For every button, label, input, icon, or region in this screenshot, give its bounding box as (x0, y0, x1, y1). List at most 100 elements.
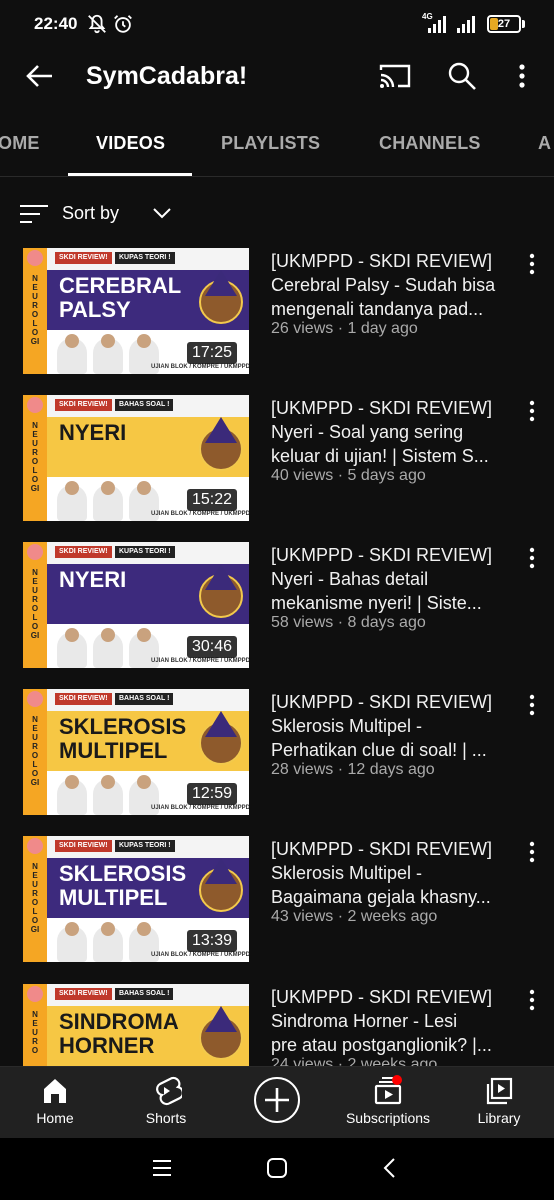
more-vert-icon[interactable] (510, 60, 534, 92)
thumbnail-tag: SKDI REVIEW! (55, 988, 112, 1000)
signal-icon (428, 16, 446, 33)
tab-home[interactable]: OME (0, 133, 40, 154)
nav-home-label: Home (36, 1110, 74, 1126)
presenter-figure (93, 922, 123, 962)
video-duration: 15:22 (186, 489, 237, 511)
video-duration: 12:59 (186, 783, 237, 805)
video-item[interactable]: SKDI REVIEW! KUPAS TEORI ! NEUROLOGI CER… (0, 248, 554, 378)
thumbnail-title-band: NYERI (47, 417, 249, 477)
back-arrow-icon[interactable] (22, 60, 58, 92)
more-vert-icon[interactable] (526, 693, 538, 717)
nav-shorts-label: Shorts (145, 1110, 187, 1126)
video-item[interactable]: SKDI REVIEW! BAHAS SOAL ! NEUROLOGI NYER… (0, 395, 554, 525)
brain-icon (27, 838, 43, 854)
more-vert-icon[interactable] (526, 252, 538, 276)
cast-icon[interactable] (378, 62, 412, 90)
signal-icon (457, 16, 475, 33)
more-vert-icon[interactable] (526, 546, 538, 570)
nav-subscriptions[interactable]: Subscriptions (333, 1067, 443, 1139)
thumbnail-title-band: NYERI (47, 564, 249, 624)
create-plus-icon (265, 1088, 289, 1112)
thumbnail-title-band: SKLEROSIS MULTIPEL (47, 858, 249, 918)
video-title[interactable]: [UKMPPD - SKDI REVIEW] Cerebral Palsy - … (271, 249, 519, 321)
video-item[interactable]: SKDI REVIEW! KUPAS TEORI ! NEUROLOGI NYE… (0, 542, 554, 672)
library-icon (486, 1077, 513, 1105)
tab-playlists[interactable]: PLAYLISTS (221, 133, 320, 154)
sort-label: Sort by (62, 203, 120, 223)
nav-subscriptions-label: Subscriptions (345, 1110, 431, 1126)
status-bar: 22:40 4G 27 (0, 0, 554, 52)
video-title-line: Nyeri - Soal yang sering (271, 422, 464, 442)
wizard-hat-icon (205, 270, 237, 296)
thumbnail-footer: UJIAN BLOK / KOMPRE / UKMPPD (151, 952, 249, 958)
presenter-figure (57, 775, 87, 815)
video-title[interactable]: [UKMPPD - SKDI REVIEW] Sklerosis Multipe… (271, 690, 519, 762)
video-title-line: [UKMPPD - SKDI REVIEW] (271, 692, 493, 712)
back-chevron-icon[interactable] (378, 1156, 402, 1180)
video-title-line: Bagaimana gejala khasny... (271, 887, 491, 907)
thumbnail-tag-secondary: BAHAS SOAL ! (115, 399, 174, 411)
video-item[interactable]: SKDI REVIEW! KUPAS TEORI ! NEUROLOGI SKL… (0, 836, 554, 966)
notification-dot (392, 1075, 402, 1085)
app-bar: SymCadabra! (0, 52, 554, 100)
video-meta: 40 views · 5 days ago (271, 467, 426, 484)
nav-library[interactable]: Library (444, 1067, 554, 1139)
video-title-line: keluar di ujian! | Sistem S... (271, 446, 489, 466)
presenter-figure (93, 481, 123, 521)
video-duration: 17:25 (186, 342, 237, 364)
create-button[interactable] (254, 1077, 300, 1123)
brain-icon (27, 986, 43, 1002)
video-title-line: pre atau postganglionik? |... (271, 1035, 492, 1055)
nav-home[interactable]: Home (0, 1067, 110, 1139)
video-thumbnail[interactable]: SKDI REVIEW! KUPAS TEORI ! NEUROLOGI NYE… (23, 542, 249, 668)
thumbnail-tag-secondary: KUPAS TEORI ! (115, 546, 175, 558)
thumbnail-category: NEURO (31, 1010, 39, 1055)
thumbnail-sidebar: NEUROLOGI (23, 689, 47, 815)
more-vert-icon[interactable] (526, 399, 538, 423)
home-circle-icon[interactable] (265, 1156, 289, 1180)
alarm-icon (114, 15, 132, 33)
video-title-line: Nyeri - Bahas detail (271, 569, 429, 589)
video-title-line: Cerebral Palsy - Sudah bisa (271, 275, 496, 295)
wizard-hat-icon (205, 417, 237, 443)
thumbnail-sidebar: NEUROLOGI (23, 836, 47, 962)
thumbnail-footer: UJIAN BLOK / KOMPRE / UKMPPD (151, 511, 249, 517)
battery-tip (522, 20, 525, 28)
thumbnail-title-band: CEREBRAL PALSY (47, 270, 249, 330)
status-time: 22:40 (34, 14, 78, 33)
video-duration: 13:39 (186, 930, 237, 952)
video-item[interactable]: SKDI REVIEW! BAHAS SOAL ! NEURO SINDROMA… (0, 984, 554, 1066)
thumbnail-title: SKLEROSIS MULTIPEL (59, 861, 187, 910)
nav-shorts[interactable]: Shorts (111, 1067, 221, 1139)
video-thumbnail[interactable]: SKDI REVIEW! BAHAS SOAL ! NEUROLOGI NYER… (23, 395, 249, 521)
thumbnail-footer: UJIAN BLOK / KOMPRE / UKMPPD (151, 805, 249, 811)
recent-apps-icon[interactable] (150, 1156, 174, 1180)
brain-icon (27, 250, 43, 266)
video-thumbnail[interactable]: SKDI REVIEW! KUPAS TEORI ! NEUROLOGI CER… (23, 248, 249, 374)
thumbnail-category: NEUROLOGI (30, 715, 40, 787)
video-item[interactable]: SKDI REVIEW! BAHAS SOAL ! NEUROLOGI SKLE… (0, 689, 554, 819)
video-thumbnail[interactable]: SKDI REVIEW! KUPAS TEORI ! NEUROLOGI SKL… (23, 836, 249, 962)
wizard-hat-icon (205, 1006, 237, 1032)
video-thumbnail[interactable]: SKDI REVIEW! BAHAS SOAL ! NEURO SINDROMA… (23, 984, 249, 1066)
tab-videos[interactable]: VIDEOS (96, 133, 165, 154)
video-title[interactable]: [UKMPPD - SKDI REVIEW] Nyeri - Soal yang… (271, 396, 519, 468)
more-vert-icon[interactable] (526, 988, 538, 1012)
sort-by-button[interactable]: Sort by (20, 196, 220, 232)
thumbnail-sidebar: NEUROLOGI (23, 542, 47, 668)
video-title[interactable]: [UKMPPD - SKDI REVIEW] Sindroma Horner -… (271, 985, 519, 1057)
video-title[interactable]: [UKMPPD - SKDI REVIEW] Sklerosis Multipe… (271, 837, 519, 909)
more-vert-icon[interactable] (526, 840, 538, 864)
video-title[interactable]: [UKMPPD - SKDI REVIEW] Nyeri - Bahas det… (271, 543, 519, 615)
shorts-icon (156, 1076, 182, 1106)
thumbnail-tag: SKDI REVIEW! (55, 399, 112, 411)
tab-channels[interactable]: CHANNELS (379, 133, 481, 154)
sort-icon (20, 205, 48, 223)
tab-about[interactable]: A (538, 133, 551, 154)
search-icon[interactable] (446, 60, 478, 92)
video-thumbnail[interactable]: SKDI REVIEW! BAHAS SOAL ! NEUROLOGI SKLE… (23, 689, 249, 815)
channel-tabs: OME VIDEOS PLAYLISTS CHANNELS A (0, 120, 554, 176)
channel-title: SymCadabra! (86, 62, 248, 90)
video-title-line: [UKMPPD - SKDI REVIEW] (271, 987, 493, 1007)
divider (0, 176, 554, 177)
